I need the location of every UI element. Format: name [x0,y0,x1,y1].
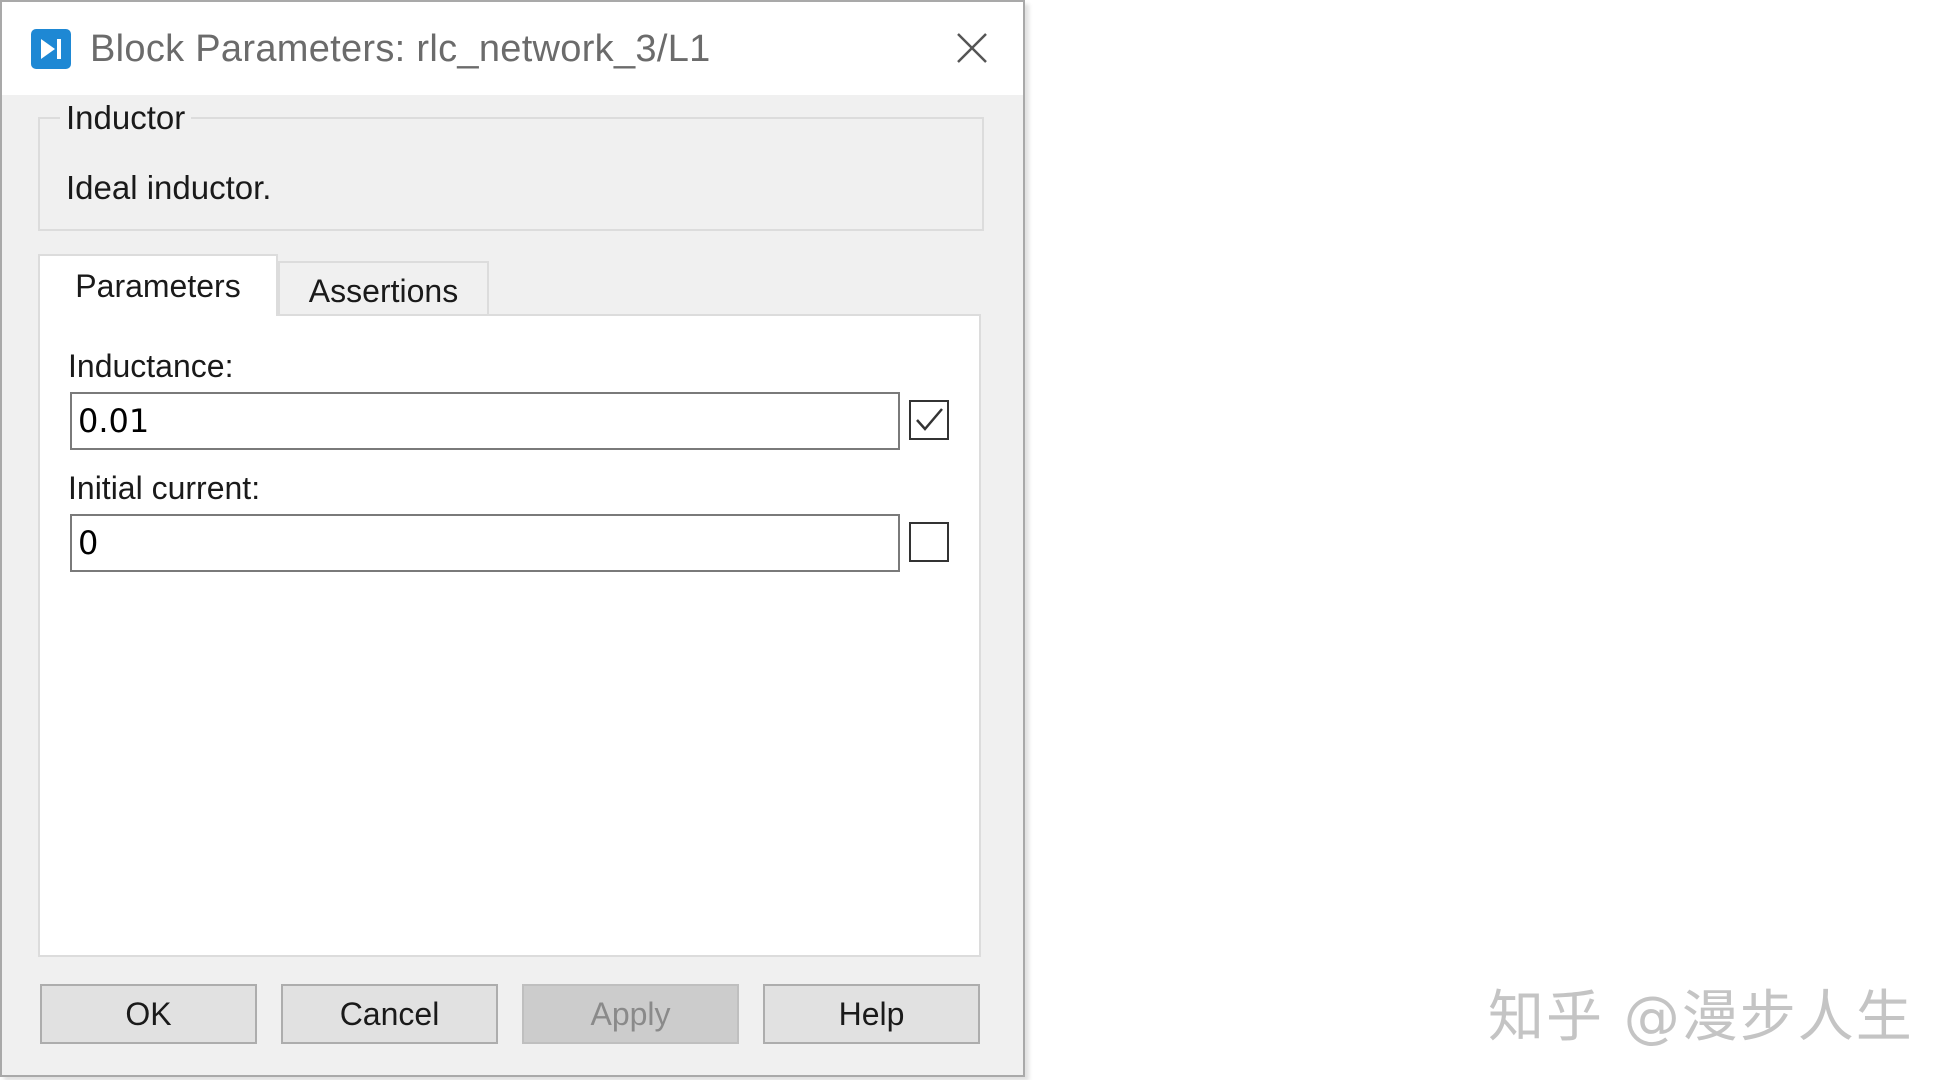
block-description: Ideal inductor. [66,169,272,206]
inductance-runtime-checkbox[interactable] [909,400,949,440]
close-icon[interactable] [952,28,992,68]
zhihu-watermark: 知乎 @漫步人生 [1488,985,1914,1050]
simulink-block-icon [31,29,71,69]
window-title: Block Parameters: rlc_network_3/L1 [90,28,711,70]
group-legend: Inductor [60,99,192,137]
ok-button[interactable]: OK [40,984,257,1044]
block-parameters-dialog: Block Parameters: rlc_network_3/L1 Induc… [0,0,1025,1077]
description-group: Inductor Ideal inductor. [38,99,984,231]
inductance-field[interactable] [70,392,900,450]
inductance-label: Inductance: [68,348,234,384]
cancel-button[interactable]: Cancel [281,984,498,1044]
initial-current-runtime-checkbox[interactable] [909,522,949,562]
initial-current-label: Initial current: [68,470,261,506]
tab-assertions[interactable]: Assertions [278,261,489,314]
apply-button[interactable]: Apply [522,984,739,1044]
help-button[interactable]: Help [763,984,980,1044]
tab-parameters[interactable]: Parameters [38,254,278,316]
checkmark-icon [916,408,943,431]
title-bar[interactable]: Block Parameters: rlc_network_3/L1 [2,2,1023,95]
initial-current-field[interactable] [70,514,900,572]
